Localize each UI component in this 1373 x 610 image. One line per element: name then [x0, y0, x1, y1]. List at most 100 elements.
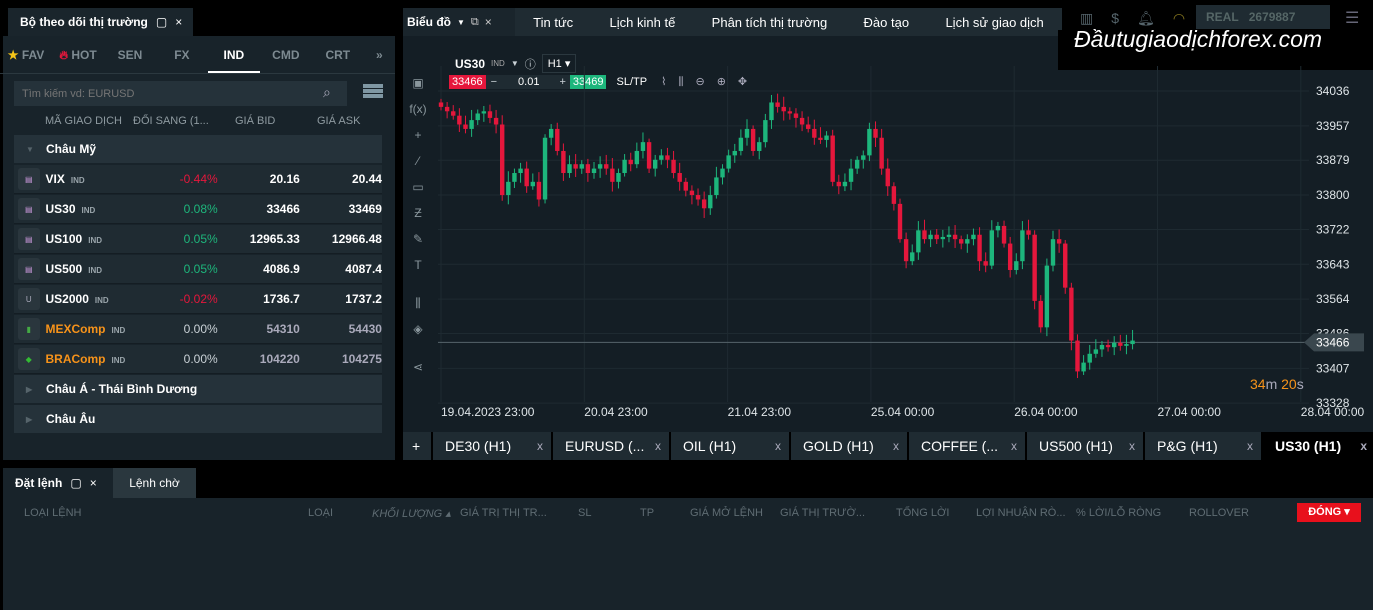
- ask: 54430: [348, 322, 382, 336]
- add-chart-tab-button[interactable]: +: [403, 432, 431, 460]
- candle-body: [561, 150, 566, 174]
- close-tab-icon[interactable]: x: [1011, 439, 1017, 453]
- order-column-header[interactable]: TỔNG LỜI: [896, 507, 949, 519]
- symbol-type: IND: [111, 326, 126, 335]
- tab-cmd[interactable]: CMD: [260, 36, 312, 73]
- order-column-header[interactable]: ROLLOVER: [1189, 507, 1249, 519]
- table-row[interactable]: ▤ VIX IND -0.44% 20.16 20.44: [14, 165, 382, 194]
- chart-tab-item[interactable]: P&G (H1) x: [1145, 432, 1261, 460]
- order-column-header[interactable]: GIÁ THỊ TRƯỜ...: [780, 507, 865, 519]
- close-tab-icon[interactable]: x: [655, 439, 661, 453]
- group-europe[interactable]: ▶ Châu Âu: [14, 405, 382, 433]
- tab-fav[interactable]: ★ FAV: [0, 36, 52, 73]
- tab-crt[interactable]: CRT: [312, 36, 364, 73]
- collapse-icon: ▼: [26, 144, 34, 154]
- bell-icon[interactable]: 🔔︎: [1137, 10, 1155, 27]
- tab-fx[interactable]: FX: [156, 36, 208, 73]
- deposit-icon[interactable]: $: [1111, 10, 1119, 27]
- chart-tab-item[interactable]: DE30 (H1) x: [433, 432, 551, 460]
- tab-hot[interactable]: 🔥︎ HOT: [52, 36, 104, 73]
- candle-body: [610, 168, 615, 182]
- symbol: US30 IND: [46, 202, 144, 216]
- order-column-header[interactable]: LỢI NHUẬN RÒ...: [976, 507, 1066, 519]
- order-column-header[interactable]: TP: [640, 507, 654, 519]
- menu-education[interactable]: Đào tạo: [864, 15, 910, 30]
- candle-body: [493, 117, 499, 125]
- chart-tab-item[interactable]: US30 (H1) x: [1263, 432, 1373, 460]
- chart-tab-item[interactable]: GOLD (H1) x: [791, 432, 907, 460]
- order-column-header[interactable]: GIÁ TRỊ THỊ TR...: [460, 507, 547, 519]
- menu-trade-history[interactable]: Lịch sử giao dịch: [945, 15, 1043, 30]
- symbol-name: US2000: [45, 292, 89, 306]
- grid-view-icon[interactable]: [363, 84, 383, 99]
- chart-tab[interactable]: Biểu đồ ▼ ⧉ ×: [403, 8, 515, 36]
- close-tab-icon[interactable]: x: [775, 439, 781, 453]
- countdown-minutes: 34: [1250, 376, 1266, 392]
- chart-tab-label: COFFEE (...: [921, 438, 998, 454]
- group-americas[interactable]: ▼ Châu Mỹ: [14, 135, 382, 163]
- symbol: BRAComp IND: [46, 352, 144, 366]
- order-column-header[interactable]: LOẠI LỆNH: [24, 507, 81, 519]
- menu-economic-calendar[interactable]: Lịch kinh tế: [610, 15, 676, 30]
- col-bid[interactable]: GIÁ BID: [235, 115, 275, 127]
- order-column-header[interactable]: % LỜI/LỖ RÒNG: [1076, 507, 1161, 519]
- col-symbol[interactable]: MÃ GIAO DỊCH: [45, 115, 122, 127]
- order-column-header[interactable]: GIÁ MỞ LỆNH: [690, 507, 763, 519]
- maximize-icon[interactable]: ▢: [156, 15, 167, 29]
- table-row[interactable]: ▤ US100 IND 0.05% 12965.33 12966.48: [14, 225, 382, 254]
- candle-body: [732, 150, 737, 156]
- chart-tab-item[interactable]: COFFEE (... x: [909, 432, 1025, 460]
- table-row[interactable]: ▤ US500 IND 0.05% 4086.9 4087.4: [14, 255, 382, 284]
- candle-body: [597, 164, 603, 169]
- chart-tab-label: US30 (H1): [1275, 438, 1342, 454]
- table-row[interactable]: U US2000 IND -0.02% 1736.7 1737.2: [14, 285, 382, 314]
- candle-body: [1038, 300, 1043, 328]
- menu-market-analysis[interactable]: Phân tích thị trường: [712, 15, 828, 30]
- col-change[interactable]: ĐỔI SANG (1...: [133, 115, 209, 127]
- category-tabs: ★ FAV 🔥︎ HOT SEN FX IND CMD CRT »: [0, 36, 395, 74]
- close-all-button[interactable]: ĐÓNG ▾: [1297, 503, 1361, 522]
- popout-icon[interactable]: ⧉: [471, 16, 479, 29]
- close-icon[interactable]: ×: [90, 476, 97, 490]
- order-column-header[interactable]: SL: [578, 507, 591, 519]
- top-menu: Tin tức Lịch kinh tế Phân tích thị trườn…: [515, 8, 1062, 36]
- chart-tab-item[interactable]: EURUSD (... x: [553, 432, 669, 460]
- candle-body: [842, 181, 848, 187]
- maximize-icon[interactable]: ▢: [70, 476, 81, 490]
- close-icon[interactable]: ×: [485, 15, 492, 29]
- table-row[interactable]: ▮ MEXComp IND 0.00% 54310 54430: [14, 315, 382, 344]
- tab-ind[interactable]: IND: [207, 36, 260, 73]
- order-column-header[interactable]: KHỐI LƯỢNG ▴: [372, 507, 451, 520]
- current-price-label: 33466: [1316, 335, 1350, 349]
- chart-tab-item[interactable]: OIL (H1) x: [671, 432, 789, 460]
- menu-news[interactable]: Tin tức: [533, 15, 573, 30]
- chart-tab-item[interactable]: US500 (H1) x: [1027, 432, 1143, 460]
- hamburger-menu-icon[interactable]: ☰: [1345, 8, 1359, 28]
- close-tab-icon[interactable]: x: [893, 439, 899, 453]
- search-input[interactable]: [14, 81, 347, 106]
- wifi-icon[interactable]: ◠: [1173, 10, 1185, 27]
- expand-icon: ▶: [26, 414, 33, 424]
- close-tab-icon[interactable]: x: [537, 439, 543, 453]
- more-tabs-icon[interactable]: »: [364, 36, 395, 73]
- group-asia-pacific[interactable]: ▶ Châu Á - Thái Bình Dương: [14, 375, 382, 403]
- tab-sen[interactable]: SEN: [104, 36, 156, 73]
- close-tab-icon[interactable]: x: [1360, 439, 1367, 453]
- candlestick-chart[interactable]: 3403633957338793380033722336433356433486…: [404, 66, 1373, 432]
- close-tab-icon[interactable]: x: [1129, 439, 1135, 453]
- col-ask[interactable]: GIÁ ASK: [317, 115, 360, 127]
- dropdown-icon[interactable]: ▼: [457, 18, 465, 27]
- table-row[interactable]: ▤ US30 IND 0.08% 33466 33469: [14, 195, 382, 224]
- layout-icon[interactable]: ▥: [1080, 10, 1093, 27]
- orders-tab[interactable]: Đặt lệnh ▢ ×: [3, 468, 113, 498]
- order-column-header[interactable]: LOẠI: [308, 507, 333, 519]
- candle-body: [548, 128, 554, 138]
- table-row[interactable]: ◆ BRAComp IND 0.00% 104220 104275: [14, 345, 382, 374]
- close-icon[interactable]: ×: [175, 15, 182, 29]
- close-tab-icon[interactable]: x: [1247, 439, 1253, 453]
- pending-orders-tab[interactable]: Lệnh chờ: [113, 468, 196, 498]
- watchlist-tab[interactable]: Bộ theo dõi thị trường ▢ ×: [8, 8, 193, 36]
- candle-body: [701, 199, 707, 209]
- search-icon[interactable]: ⌕: [323, 84, 331, 101]
- countdown-seconds: 20: [1281, 376, 1297, 392]
